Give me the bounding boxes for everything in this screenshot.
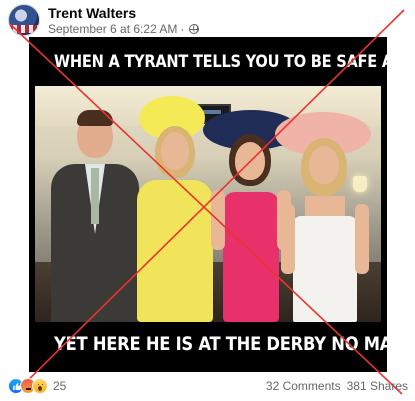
- author-name[interactable]: Trent Walters: [48, 5, 136, 21]
- post-timestamp[interactable]: September 6 at 6:22 AM: [48, 22, 177, 36]
- avatar-flag-decoration: [9, 25, 39, 33]
- derby-photo: [35, 86, 381, 322]
- engagement-counts: 32 Comments 381 Shares: [266, 379, 408, 393]
- comments-count[interactable]: 32 Comments: [266, 379, 341, 393]
- reaction-count: 25: [53, 379, 67, 393]
- post-header: Trent Walters September 6 at 6:22 AM ·: [8, 4, 408, 36]
- post-footer: 25 32 Comments 381 Shares: [8, 376, 408, 396]
- author-avatar[interactable]: [8, 4, 40, 36]
- photo-person-man: [49, 106, 141, 322]
- wow-icon: [32, 378, 48, 394]
- post-meta: September 6 at 6:22 AM ·: [48, 22, 200, 36]
- meme-caption-top: WHEN A TYRANT TELLS YOU TO BE SAFE AT HO…: [54, 52, 387, 72]
- meme-caption-bottom: YET HERE HE IS AT THE DERBY NO MASK: [54, 333, 387, 355]
- shares-count[interactable]: 381 Shares: [347, 379, 408, 393]
- reactions-summary[interactable]: 25: [8, 378, 66, 394]
- photo-person-white-dress: [271, 104, 375, 322]
- globe-icon: [189, 24, 200, 34]
- meta-separator: ·: [180, 22, 185, 36]
- post-image[interactable]: WHEN A TYRANT TELLS YOU TO BE SAFE AT HO…: [29, 37, 387, 372]
